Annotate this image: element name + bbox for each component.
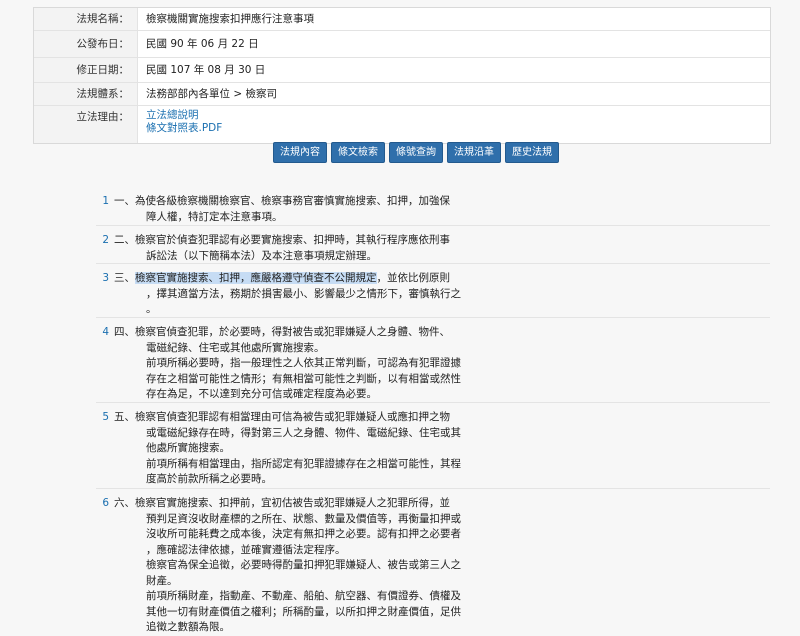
article-line: ，擇其適當方法，務期於損害最小、影響最少之情形下，審慎執行之: [146, 287, 461, 300]
article-line: 電磁紀錄、住宅或其他處所實施搜索。: [146, 341, 325, 354]
article-number-link[interactable]: 4: [96, 325, 114, 402]
meta-value: 法務部部內各單位 > 檢察司: [146, 88, 277, 100]
article-line: 或電磁紀錄存在時，得對第三人之身體、物件、電磁紀錄、住宅或其: [146, 426, 461, 439]
meta-row-law-name: 法規名稱： 檢察機關實施搜索扣押應行注意事項: [34, 8, 770, 31]
article-number-link[interactable]: 2: [96, 233, 114, 263]
article-line: 訴訟法（以下簡稱本法）及本注意事項規定辦理。: [146, 249, 377, 262]
meta-value: 檢察機關實施搜索扣押應行注意事項: [146, 13, 314, 25]
meta-label: 修正日期：: [34, 58, 138, 82]
article-text: 六、檢察官實施搜索、扣押前，宜初估被告或犯罪嫌疑人之犯罪所得，並 預判足資沒收財…: [114, 496, 770, 636]
meta-label: 法規體系：: [34, 83, 138, 105]
article-line: 三、檢察官實施搜索、扣押，應嚴格遵守偵查不公開規定，並依比例原則: [114, 271, 770, 287]
article-line: 障人權，特訂定本注意事項。: [146, 210, 283, 223]
meta-row-legislative-reason: 立法理由： 立法總說明 條文對照表.PDF: [34, 106, 770, 143]
link-comparison-pdf[interactable]: 條文對照表.PDF: [146, 122, 222, 135]
article-text: 三、檢察官實施搜索、扣押，應嚴格遵守偵查不公開規定，並依比例原則 ，擇其適當方法…: [114, 271, 770, 317]
article-line: 預判足資沒收財產標的之所在、狀態、數量及價值等，再衡量扣押或: [146, 512, 461, 525]
meta-value: 民國 107 年 08 月 30 日: [146, 64, 266, 76]
article-line: 一、為使各級檢察機關檢察官、檢察事務官審慎實施搜索、扣押，加強保: [114, 195, 450, 207]
article-item: 5 五、檢察官偵查犯罪認有相當理由可信為被告或犯罪嫌疑人或應扣押之物 或電磁紀錄…: [96, 403, 770, 489]
meta-row-publish-date: 公發布日： 民國 90 年 06 月 22 日: [34, 31, 770, 58]
law-history-button[interactable]: 法規沿革: [447, 142, 501, 163]
article-line: 前項所稱必要時，指一般理性之人依其正常判斷，可認為有犯罪證據: [146, 357, 461, 369]
meta-label: 立法理由：: [34, 106, 138, 143]
article-line: 其他一切有財產價值之權利；所稱酌量，以所扣押之財產價值，足供: [146, 605, 461, 618]
article-item: 4 四、檢察官偵查犯罪，於必要時，得對被告或犯罪嫌疑人之身體、物件、 電磁紀錄、…: [96, 318, 770, 403]
article-number-query-button[interactable]: 條號查詢: [389, 142, 443, 163]
article-line: 存在為足，不以達到充分可信或確定程度為必要。: [146, 388, 377, 400]
article-line: 二、檢察官於偵查犯罪認有必要實施搜索、扣押時，其執行程序應依刑事: [114, 234, 450, 246]
article-line: 度高於前款所稱之必要時。: [146, 473, 272, 485]
meta-label: 公發布日：: [34, 31, 138, 57]
article-text: 五、檢察官偵查犯罪認有相當理由可信為被告或犯罪嫌疑人或應扣押之物 或電磁紀錄存在…: [114, 410, 770, 488]
article-line: 存在之相當可能性之情形；有無相當可能性之判斷，以有相當或然性: [146, 372, 461, 385]
article-line: 追徵之數額為限。: [146, 621, 230, 633]
article-item: 2 二、檢察官於偵查犯罪認有必要實施搜索、扣押時，其執行程序應依刑事 訴訟法（以…: [96, 226, 770, 264]
article-number-link[interactable]: 6: [96, 496, 114, 636]
article-line-rest: ，並依比例原則: [376, 272, 451, 284]
article-line: 。: [146, 303, 157, 315]
article-line: 六、檢察官實施搜索、扣押前，宜初估被告或犯罪嫌疑人之犯罪所得，並: [114, 497, 450, 509]
link-legislative-summary[interactable]: 立法總說明: [146, 109, 222, 122]
article-line: 五、檢察官偵查犯罪認有相當理由可信為被告或犯罪嫌疑人或應扣押之物: [114, 411, 450, 423]
meta-value: 立法總說明 條文對照表.PDF: [138, 106, 222, 143]
article-line: 沒收所可能耗費之成本後，決定有無扣押之必要。認有扣押之必要者: [146, 528, 461, 540]
article-search-button[interactable]: 條文檢索: [331, 142, 385, 163]
article-text: 二、檢察官於偵查犯罪認有必要實施搜索、扣押時，其執行程序應依刑事 訴訟法（以下簡…: [114, 233, 770, 263]
article-line: 他處所實施搜索。: [146, 442, 230, 454]
article-line: 前項所稱財產，指動產、不動產、船舶、航空器、有價證券、債權及: [146, 590, 461, 602]
meta-row-law-system: 法規體系： 法務部部內各單位 > 檢察司: [34, 83, 770, 106]
article-text: 四、檢察官偵查犯罪，於必要時，得對被告或犯罪嫌疑人之身體、物件、 電磁紀錄、住宅…: [114, 325, 770, 402]
meta-label: 法規名稱：: [34, 8, 138, 30]
article-line: 四、檢察官偵查犯罪，於必要時，得對被告或犯罪嫌疑人之身體、物件、: [114, 326, 450, 338]
article-line: 財產。: [146, 574, 178, 587]
meta-row-amend-date: 修正日期： 民國 107 年 08 月 30 日: [34, 58, 770, 83]
article-line: 檢察官為保全追徵，必要時得酌量扣押犯罪嫌疑人、被告或第三人之: [146, 559, 461, 571]
law-meta-table: 法規名稱： 檢察機關實施搜索扣押應行注意事項 公發布日： 民國 90 年 06 …: [33, 7, 771, 144]
article-list: 1 一、為使各級檢察機關檢察官、檢察事務官審慎實施搜索、扣押，加強保 障人權，特…: [96, 187, 770, 636]
article-prefix: 三、: [114, 272, 135, 284]
article-number-link[interactable]: 3: [96, 271, 114, 317]
article-item: 3 三、檢察官實施搜索、扣押，應嚴格遵守偵查不公開規定，並依比例原則 ，擇其適當…: [96, 264, 770, 318]
article-number-link[interactable]: 1: [96, 194, 114, 225]
article-item: 6 六、檢察官實施搜索、扣押前，宜初估被告或犯罪嫌疑人之犯罪所得，並 預判足資沒…: [96, 489, 770, 636]
article-text: 一、為使各級檢察機關檢察官、檢察事務官審慎實施搜索、扣押，加強保 障人權，特訂定…: [114, 194, 770, 225]
law-content-button[interactable]: 法規內容: [273, 142, 327, 163]
law-nav-buttons: 法規內容 條文檢索 條號查詢 法規沿革 歷史法規: [273, 142, 559, 163]
historical-laws-button[interactable]: 歷史法規: [505, 142, 559, 163]
meta-value: 民國 90 年 06 月 22 日: [146, 38, 259, 50]
article-line: 前項所稱有相當理由，指所認定有犯罪證據存在之相當可能性，其程: [146, 457, 461, 470]
highlighted-text: 檢察官實施搜索、扣押，應嚴格遵守偵查不公開規定: [135, 272, 377, 284]
article-line: ，應確認法律依據，並確實遵循法定程序。: [146, 543, 346, 556]
article-number-link[interactable]: 5: [96, 410, 114, 488]
article-item: 1 一、為使各級檢察機關檢察官、檢察事務官審慎實施搜索、扣押，加強保 障人權，特…: [96, 187, 770, 226]
